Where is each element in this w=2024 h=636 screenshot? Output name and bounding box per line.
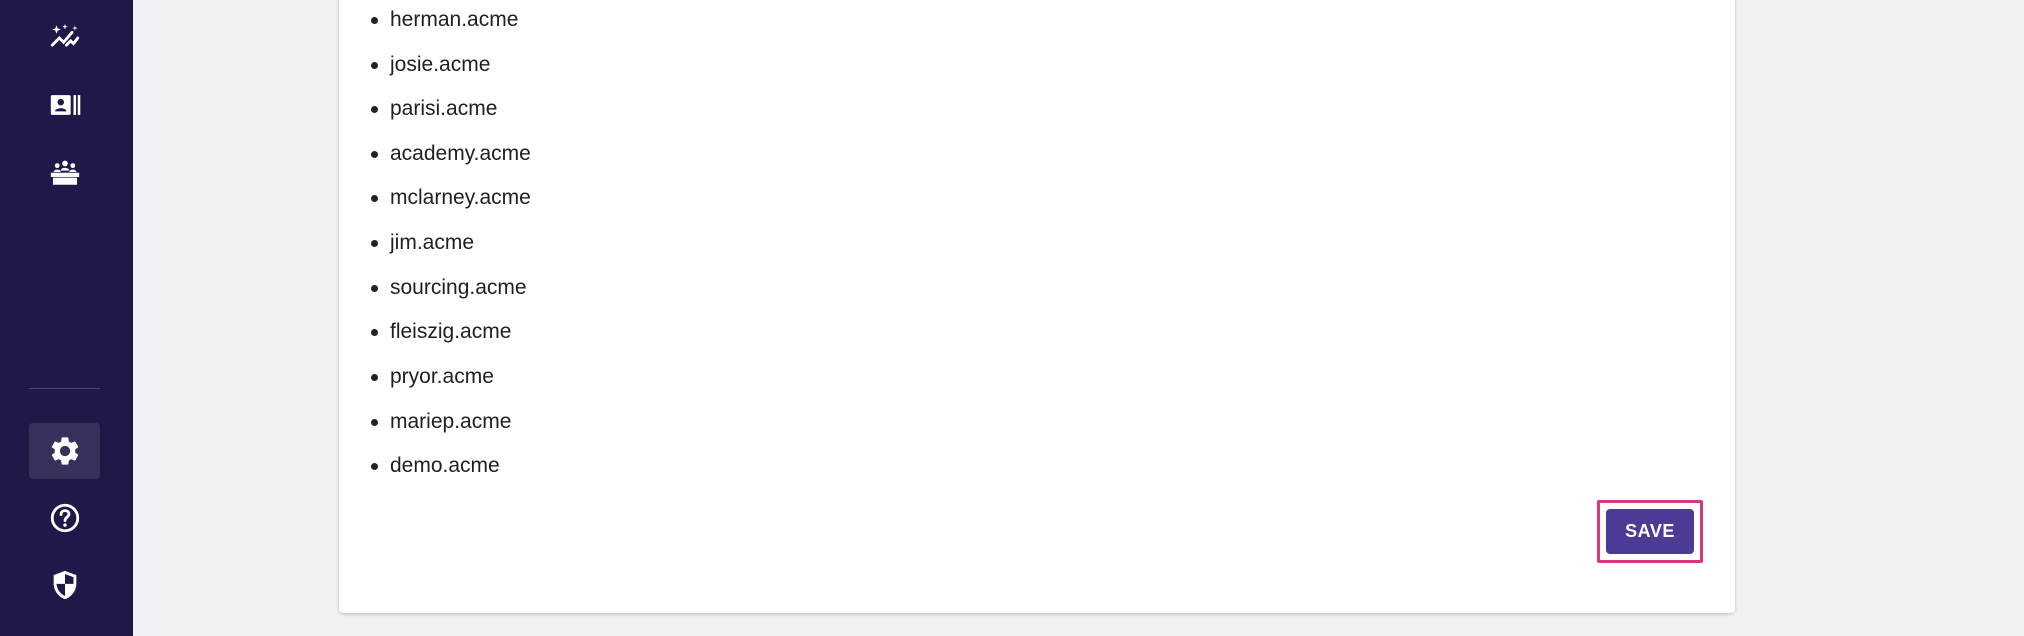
bullet [371, 374, 378, 381]
list-item: josie.acme [371, 53, 490, 77]
help-circle-icon [50, 503, 79, 533]
contact-card-icon [50, 95, 80, 115]
list-item: herman.acme [371, 8, 518, 32]
bullet [371, 463, 378, 470]
bullet [371, 329, 378, 336]
sidebar [0, 0, 133, 636]
team-icon [50, 160, 79, 185]
nav-help[interactable] [29, 490, 100, 546]
sparkle-chart-icon [50, 23, 79, 47]
list-item: pryor.acme [371, 365, 494, 389]
list-item: mclarney.acme [371, 186, 531, 210]
list-item: jim.acme [371, 231, 474, 255]
list-item: demo.acme [371, 454, 500, 478]
bullet [371, 240, 378, 247]
bullet [371, 62, 378, 69]
bullet [371, 195, 378, 202]
list-item: sourcing.acme [371, 276, 527, 300]
list-item: academy.acme [371, 142, 531, 166]
bullet [371, 419, 378, 426]
sidebar-divider [29, 388, 100, 389]
nav-contacts[interactable] [29, 77, 100, 133]
list-item: fleiszig.acme [371, 320, 511, 344]
bullet [371, 17, 378, 24]
list-item: mariep.acme [371, 410, 511, 434]
save-button[interactable]: SAVE [1606, 509, 1694, 554]
shield-icon [53, 570, 76, 600]
nav-insights[interactable] [29, 10, 100, 66]
bullet [371, 106, 378, 113]
bullet [371, 151, 378, 158]
gear-icon [51, 437, 78, 465]
nav-team[interactable] [29, 144, 100, 200]
bullet [371, 285, 378, 292]
nav-settings[interactable] [29, 423, 100, 479]
list-item: parisi.acme [371, 97, 497, 121]
nav-security[interactable] [29, 557, 100, 613]
settings-card: herman.acme josie.acme parisi.acme acade… [339, 0, 1735, 613]
